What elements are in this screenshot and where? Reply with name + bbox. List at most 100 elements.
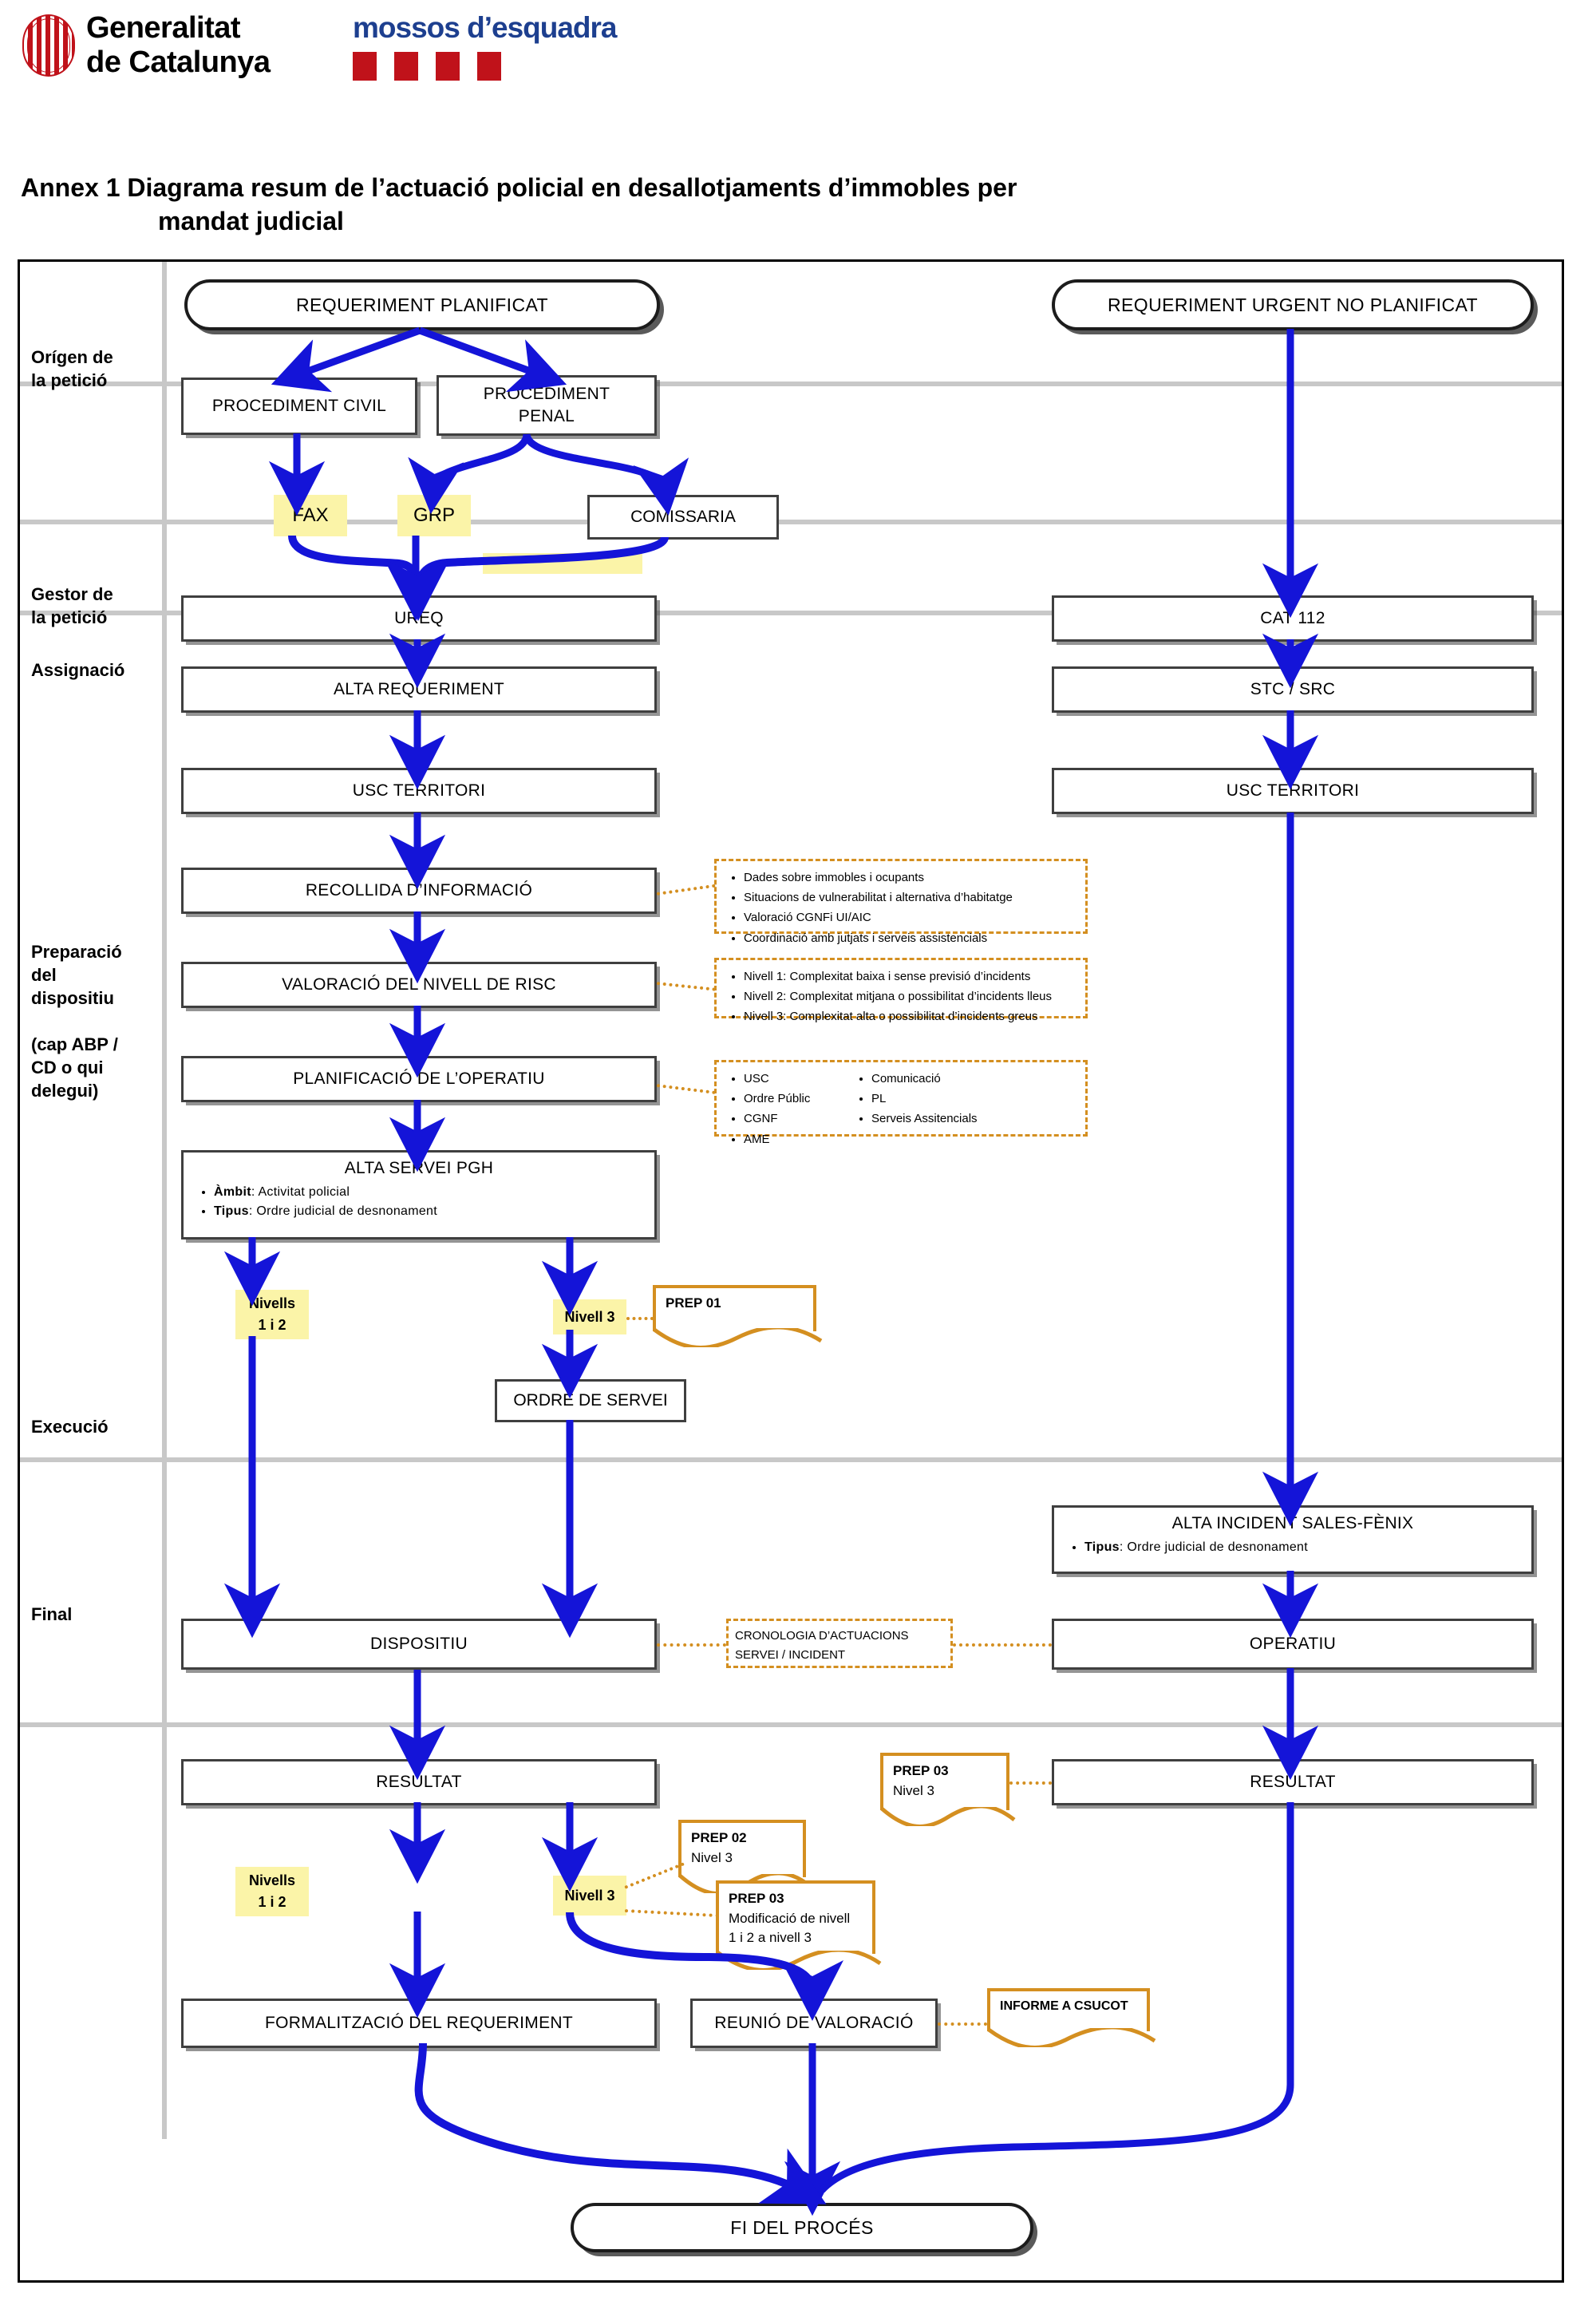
connector-nivell3-prep03final	[624, 1909, 719, 1918]
annotation-item: USC	[744, 1069, 852, 1089]
node-label: COMISSARIA	[630, 508, 736, 526]
node-resultat-right[interactable]: RESULTAT	[1052, 1759, 1534, 1805]
node-ureq[interactable]: UREQ	[181, 595, 657, 642]
node-label: VALORACIÓ DEL NIVELL DE RISC	[282, 975, 556, 994]
document-title: PREP 03	[729, 1891, 784, 1906]
node-title: ALTA INCIDENT SALES-FÈNIX	[1171, 1514, 1414, 1532]
node-alta-incident-sales-fenix[interactable]: ALTA INCIDENT SALES-FÈNIX Tipus: Ordre j…	[1052, 1505, 1534, 1574]
annotation-item: PL	[871, 1089, 980, 1109]
node-bullet: Tipus: Ordre judicial de desnonament	[214, 1202, 645, 1221]
node-label: DISPOSITIU	[369, 1635, 468, 1653]
node-comissaria[interactable]: COMISSARIA	[587, 495, 779, 540]
bullet-label: Tipus	[1084, 1540, 1120, 1554]
node-alta-servei-pgh[interactable]: ALTA SERVEI PGH Àmbit: Activitat policia…	[181, 1150, 657, 1240]
node-reunio-valoracio[interactable]: REUNIÓ DE VALORACIÓ	[690, 1999, 938, 2048]
highlight-fax: FAX	[274, 495, 347, 536]
node-usc-territori-right[interactable]: USC TERRITORI	[1052, 768, 1534, 814]
node-usc-territori-left[interactable]: USC TERRITORI	[181, 768, 657, 814]
document-prep01: PREP 01	[653, 1285, 823, 1347]
lane-label-execucio: Execució	[31, 1417, 109, 1437]
node-dispositiu[interactable]: DISPOSITIU	[181, 1619, 657, 1670]
node-fi-del-proces[interactable]: FI DEL PROCÉS	[571, 2203, 1033, 2252]
bullet-label: Tipus	[214, 1204, 249, 1218]
highlight-label: GRP	[413, 504, 455, 526]
connector-cronologia-operatiu	[953, 1643, 1052, 1647]
document-title: INFORME A CSUCOT	[1000, 1999, 1128, 2013]
node-label: REUNIÓ DE VALORACIÓ	[714, 2014, 914, 2032]
node-recollida-informacio[interactable]: RECOLLIDA D’INFORMACIÓ	[181, 868, 657, 914]
node-cat112[interactable]: CAT 112	[1052, 595, 1534, 642]
connector-dispositiu-cronologia	[657, 1643, 726, 1647]
annotation-item: Nivell 1: Complexitat baixa i sense prev…	[744, 967, 1077, 986]
document-prep03-final: PREP 03 Modificació de nivell 1 i 2 a ni…	[716, 1880, 882, 1970]
node-formalitzacio-requeriment[interactable]: FORMALITZACIÓ DEL REQUERIMENT	[181, 1999, 657, 2048]
document-wave-edge	[653, 1328, 823, 1347]
node-label: RECOLLIDA D’INFORMACIÓ	[305, 881, 533, 900]
highlight-nivells-1i2-preparacio: Nivells 1 i 2	[235, 1290, 309, 1339]
annotation-item: CGNF	[744, 1109, 852, 1129]
annotation-text: CRONOLOGIA D’ACTUACIONS SERVEI / INCIDEN…	[735, 1629, 909, 1662]
annotation-cronologia-actuacions: CRONOLOGIA D’ACTUACIONS SERVEI / INCIDEN…	[726, 1619, 953, 1668]
document-title: Annex 1 Diagrama resum de l’actuació pol…	[21, 172, 1497, 238]
node-bullet: Àmbit: Activitat policial	[214, 1183, 645, 1202]
node-label: PLANIFICACIÓ DE L’OPERATIU	[293, 1070, 545, 1088]
node-ordre-de-servei[interactable]: ORDRE DE SERVEI	[495, 1379, 686, 1422]
node-title: ALTA SERVEI PGH	[344, 1159, 494, 1177]
lane-divider-gestor-assignacio	[20, 520, 1562, 524]
document-informe-csucot: INFORME A CSUCOT	[987, 1988, 1156, 2047]
node-resultat-left[interactable]: RESULTAT	[181, 1759, 657, 1805]
node-operatiu[interactable]: OPERATIU	[1052, 1619, 1534, 1670]
annotation-item: Nivell 3: Complexitat alta o possibilita…	[744, 1006, 1077, 1026]
annotation-item: Comunicació	[871, 1069, 980, 1089]
document-prep03-right: PREP 03 Nivel 3	[880, 1753, 1016, 1826]
annotation-item: Nivell 2: Complexitat mitjana o possibil…	[744, 986, 1077, 1006]
lane-divider-execucio-final	[20, 1722, 1562, 1727]
node-stc-src[interactable]: STC / SRC	[1052, 666, 1534, 713]
connector-risc-annotation	[656, 982, 716, 991]
connector-recollida-annotation	[656, 884, 716, 896]
node-label: USC TERRITORI	[352, 781, 486, 800]
node-label: FORMALITZACIÓ DEL REQUERIMENT	[265, 2014, 573, 2032]
node-requeriment-planificat[interactable]: REQUERIMENT PLANIFICAT	[184, 279, 660, 330]
document-prep02: PREP 02 Nivel 3	[678, 1820, 812, 1893]
annotation-item: AME	[744, 1129, 852, 1149]
node-label: PROCEDIMENT CIVIL	[211, 397, 387, 415]
document-subtitle: Nivel 3	[691, 1849, 733, 1865]
node-label: STC / SRC	[1250, 680, 1336, 698]
node-label: OPERATIU	[1249, 1635, 1337, 1653]
annotation-planificacio-operatiu: USC Ordre Públic CGNF AME Comunicació PL…	[714, 1060, 1088, 1146]
node-procediment-civil[interactable]: PROCEDIMENT CIVIL	[181, 378, 417, 435]
lane-label-origen: Orígen de la petició	[31, 347, 113, 391]
node-requeriment-urgent-no-planificat[interactable]: REQUERIMENT URGENT NO PLANIFICAT	[1052, 279, 1534, 330]
node-label: ORDRE DE SERVEI	[513, 1391, 668, 1410]
node-label: ALTA REQUERIMENT	[333, 680, 505, 698]
node-valoracio-nivell-risc[interactable]: VALORACIÓ DEL NIVELL DE RISC	[181, 962, 657, 1008]
document-title: PREP 02	[691, 1830, 747, 1845]
lane-label-gestor: Gestor de la petició	[31, 584, 113, 628]
highlight-label: Nivells 1 i 2	[248, 1872, 296, 1910]
node-procediment-penal[interactable]: PROCEDIMENT PENAL	[437, 375, 657, 436]
bullet-value: Activitat policial	[258, 1185, 350, 1199]
lane-label-assignacio: Assignació	[31, 660, 125, 680]
lane-label-preparacio: Preparació del dispositiu (cap ABP / CD …	[31, 942, 122, 1101]
document-wave-edge	[987, 2028, 1156, 2047]
generalitat-logo-text: Generalitat de Catalunya	[86, 11, 271, 80]
annotation-item: Dades sobre immobles i ocupants	[744, 868, 1077, 888]
node-alta-requeriment[interactable]: ALTA REQUERIMENT	[181, 666, 657, 713]
bullet-label: Àmbit	[214, 1185, 251, 1199]
lane-label-final: Final	[31, 1604, 73, 1624]
node-label: FI DEL PROCÉS	[730, 2216, 874, 2238]
node-label: RESULTAT	[1250, 1773, 1336, 1791]
highlight-label: Nivell 3	[564, 1308, 615, 1325]
annotation-item: Valoració CGNFi UI/AIC	[744, 907, 1077, 927]
connector-nivell3-prep02	[624, 1862, 685, 1889]
bullet-value: Ordre judicial de desnonament	[256, 1204, 437, 1218]
document-wave-edge	[880, 1807, 1016, 1826]
annotation-item: Serveis Assitencials	[871, 1109, 980, 1129]
node-label: USC TERRITORI	[1226, 781, 1360, 800]
node-planificacio-operatiu[interactable]: PLANIFICACIÓ DE L’OPERATIU	[181, 1056, 657, 1102]
node-label: UREQ	[394, 609, 444, 627]
connector-planificacio-annotation	[656, 1084, 716, 1095]
document-title: PREP 03	[893, 1763, 949, 1778]
highlight-nivell3-preparacio: Nivell 3	[553, 1299, 626, 1334]
